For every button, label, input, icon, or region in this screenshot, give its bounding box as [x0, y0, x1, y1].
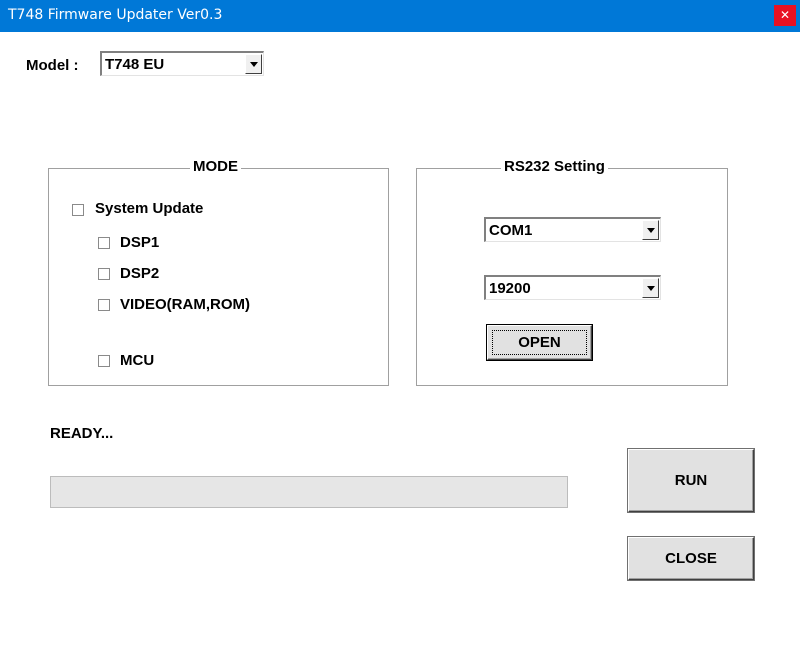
- system-update-checkbox[interactable]: [72, 204, 84, 216]
- run-button[interactable]: RUN: [628, 449, 754, 512]
- model-label: Model :: [26, 57, 79, 74]
- title-bar: T748 Firmware Updater Ver0.3 ✕: [0, 0, 800, 32]
- video-label: VIDEO(RAM,ROM): [120, 296, 250, 313]
- mcu-label: MCU: [120, 352, 155, 369]
- baud-rate-value: 19200: [489, 280, 531, 297]
- close-button-label: CLOSE: [665, 550, 717, 567]
- window-title: T748 Firmware Updater Ver0.3: [8, 7, 223, 23]
- chevron-down-icon[interactable]: [245, 54, 262, 74]
- mode-group-title: MODE: [190, 158, 241, 175]
- dsp1-label: DSP1: [120, 234, 160, 251]
- mode-group: MODE System Update DSP1 DSP2 VIDEO(RAM,R…: [48, 158, 389, 386]
- window-close-icon[interactable]: ✕: [774, 5, 796, 26]
- dsp2-label: DSP2: [120, 265, 160, 282]
- model-dropdown[interactable]: T748 EU: [100, 51, 264, 76]
- status-text: READY...: [50, 425, 114, 442]
- rs232-group-title: RS232 Setting: [501, 158, 608, 175]
- rs232-group: RS232 Setting COM1 19200 OPEN: [416, 158, 728, 386]
- chevron-down-icon[interactable]: [642, 278, 659, 298]
- close-button[interactable]: CLOSE: [628, 537, 754, 580]
- chevron-down-icon[interactable]: [642, 220, 659, 240]
- com-port-dropdown[interactable]: COM1: [484, 217, 661, 242]
- focus-ring: [492, 330, 587, 355]
- dsp1-checkbox[interactable]: [98, 237, 110, 249]
- video-checkbox[interactable]: [98, 299, 110, 311]
- dsp2-checkbox[interactable]: [98, 268, 110, 280]
- progress-bar: [50, 476, 568, 508]
- run-button-label: RUN: [674, 472, 708, 489]
- system-update-label: System Update: [95, 200, 204, 217]
- model-dropdown-value: T748 EU: [105, 56, 165, 73]
- baud-rate-dropdown[interactable]: 19200: [484, 275, 661, 300]
- mcu-checkbox[interactable]: [98, 355, 110, 367]
- com-port-value: COM1: [489, 222, 533, 239]
- open-button[interactable]: OPEN: [487, 325, 592, 360]
